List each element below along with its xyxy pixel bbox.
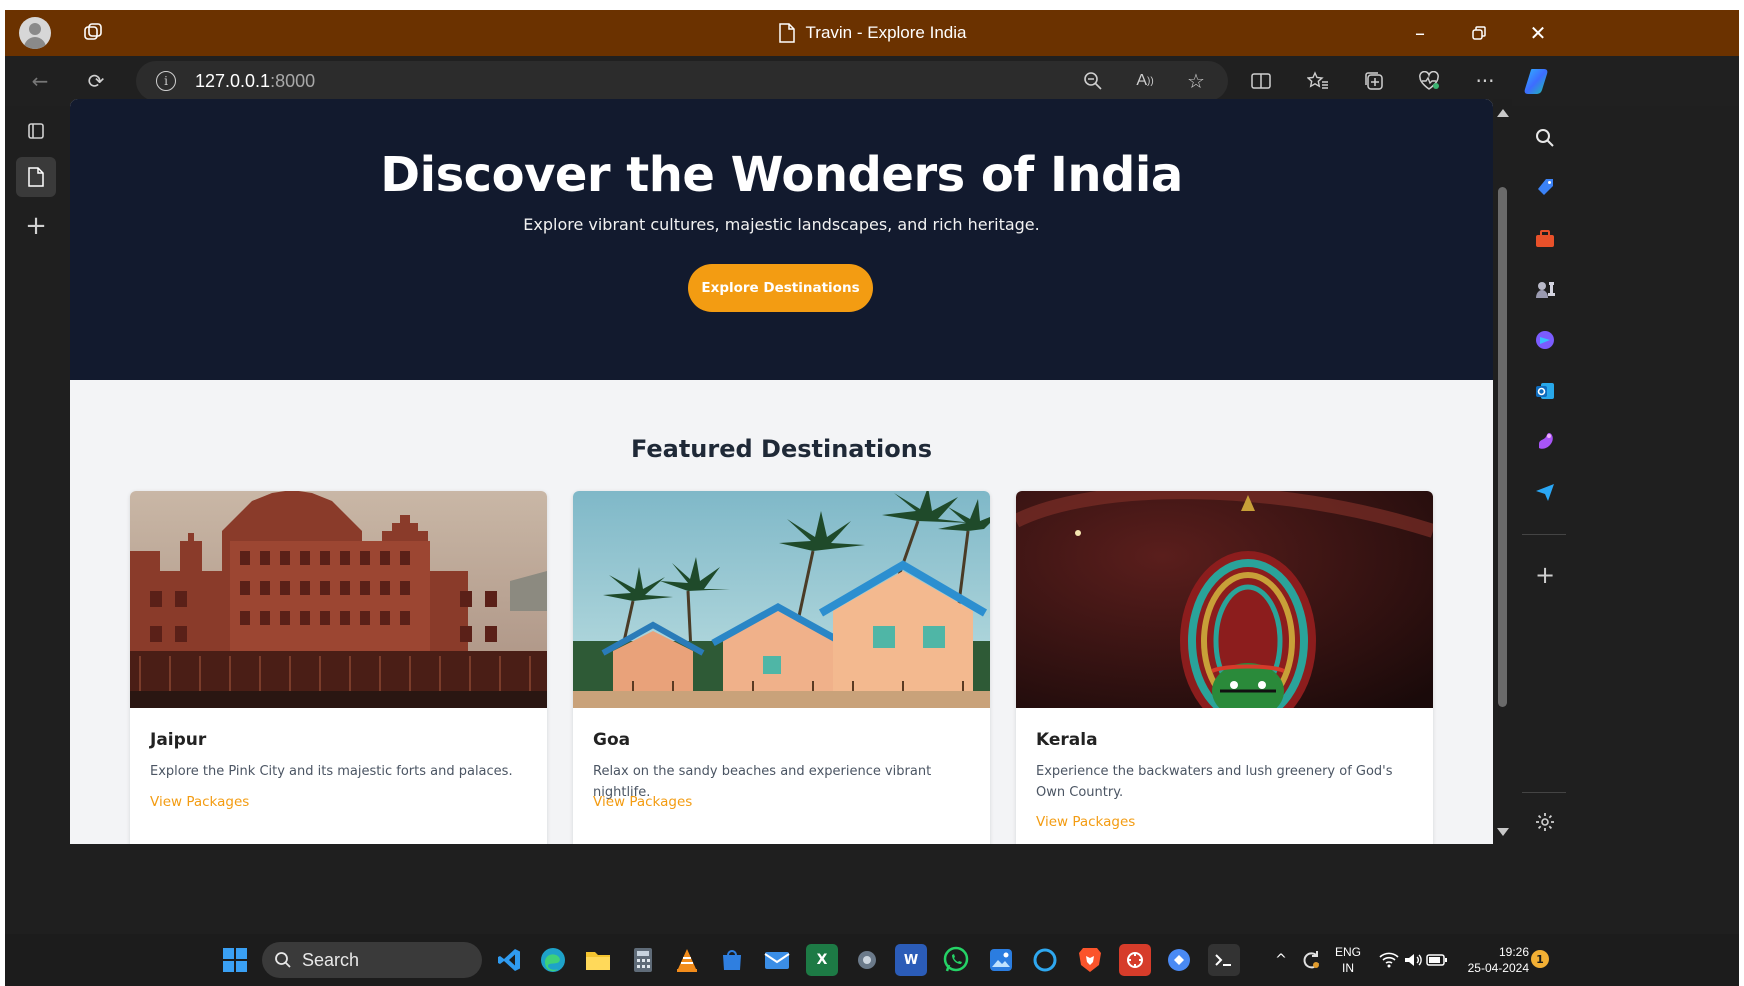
hero-subtitle: Explore vibrant cultures, majestic lands…	[523, 215, 1040, 234]
settings-gear-icon[interactable]	[1530, 807, 1560, 837]
clock-time: 19:26	[1498, 945, 1529, 959]
page-scrollbar[interactable]	[1493, 99, 1512, 844]
chrome-remote-icon[interactable]	[1163, 944, 1195, 976]
whatsapp-icon[interactable]	[940, 944, 972, 976]
minimize-button[interactable]: –	[1390, 10, 1450, 56]
copilot-icon[interactable]	[1521, 64, 1555, 98]
snip-tool-icon[interactable]	[1119, 944, 1151, 976]
scroll-down-arrow-icon[interactable]	[1497, 828, 1509, 836]
address-bar[interactable]: i 127.0.0.1:8000 A)) ☆	[136, 61, 1228, 101]
brave-icon[interactable]	[1074, 944, 1106, 976]
search-icon	[275, 952, 291, 968]
favorites-icon[interactable]	[1303, 66, 1333, 96]
destination-description: Explore the Pink City and its majestic f…	[150, 764, 513, 779]
battery-icon[interactable]	[1421, 944, 1453, 976]
url-host: 127.0.0.1	[195, 71, 271, 91]
designer-icon[interactable]	[1530, 426, 1560, 456]
destination-name: Jaipur	[150, 730, 207, 750]
taskbar-search-box[interactable]: Search	[262, 942, 482, 978]
show-hidden-icons-chevron-up-icon[interactable]: ^	[1265, 944, 1297, 976]
featured-section-title: Featured Destinations	[630, 435, 933, 463]
scrollbar-thumb[interactable]	[1498, 187, 1507, 707]
browser-essentials-icon[interactable]	[1414, 66, 1444, 96]
sidebar-divider-bottom	[1522, 792, 1566, 793]
screen: Travin - Explore India – ✕ ← ⟳ i 127.0.0…	[0, 0, 1744, 986]
terminal-icon[interactable]	[1208, 944, 1240, 976]
games-icon[interactable]	[1530, 274, 1560, 304]
windows-taskbar: Search X W ^ ENG IN 19:26 25-04-2024 1	[5, 934, 1739, 986]
clock[interactable]: 19:26 25-04-2024	[1455, 944, 1529, 976]
search-label: Search	[302, 949, 360, 970]
destination-description: Experience the backwaters and lush green…	[1036, 764, 1393, 800]
site-info-icon[interactable]: i	[156, 71, 176, 91]
photos-app-icon[interactable]	[985, 944, 1017, 976]
sidebar-divider	[1522, 534, 1566, 535]
scroll-up-arrow-icon[interactable]	[1497, 109, 1509, 117]
vscode-icon[interactable]	[493, 944, 525, 976]
collections-icon[interactable]	[1359, 66, 1389, 96]
close-button[interactable]: ✕	[1508, 10, 1568, 56]
tab-actions-icon[interactable]	[19, 114, 53, 148]
copilot-sidebar-icon[interactable]	[1530, 325, 1560, 355]
explore-destinations-button[interactable]: Explore Destinations	[688, 264, 873, 312]
calculator-icon[interactable]	[627, 944, 659, 976]
send-icon[interactable]	[1530, 477, 1560, 507]
shopping-tag-icon[interactable]	[1530, 173, 1560, 203]
destination-card-kerala[interactable]: Kerala Experience the backwaters and lus…	[1016, 491, 1433, 844]
hero-section: Discover the Wonders of India Explore vi…	[70, 99, 1493, 380]
goa-image	[573, 491, 990, 708]
notification-badge[interactable]: 1	[1531, 950, 1549, 968]
excel-icon[interactable]: X	[806, 944, 838, 976]
hero-title: Discover the Wonders of India	[380, 147, 1183, 203]
jaipur-image	[130, 491, 547, 708]
new-tab-icon[interactable]: +	[19, 209, 53, 243]
url-port: :8000	[270, 71, 316, 91]
read-aloud-icon[interactable]: A))	[1130, 66, 1160, 96]
browser-window: Travin - Explore India – ✕ ← ⟳ i 127.0.0…	[5, 10, 1739, 986]
file-explorer-icon[interactable]	[582, 944, 614, 976]
tab-title: Travin - Explore India	[805, 23, 967, 42]
right-sidebar: +	[1512, 106, 1739, 934]
destination-card-goa[interactable]: Goa Relax on the sandy beaches and exper…	[573, 491, 990, 844]
back-icon[interactable]: ←	[25, 66, 55, 96]
start-windows-icon[interactable]	[219, 944, 251, 976]
destination-name: Kerala	[1036, 730, 1098, 750]
destination-name: Goa	[593, 730, 631, 750]
vlc-icon[interactable]	[671, 944, 703, 976]
refresh-icon[interactable]: ⟳	[81, 66, 111, 96]
add-sidebar-app-icon[interactable]: +	[1530, 560, 1560, 590]
destination-card-jaipur[interactable]: Jaipur Explore the Pink City and its maj…	[130, 491, 547, 844]
outlook-icon[interactable]	[1530, 376, 1560, 406]
language-code: ENG	[1334, 945, 1361, 959]
region-code: IN	[1342, 961, 1354, 975]
page-viewport: Discover the Wonders of India Explore vi…	[70, 99, 1493, 844]
search-icon[interactable]	[1530, 123, 1560, 153]
mail-icon[interactable]	[761, 944, 793, 976]
kerala-image	[1016, 491, 1433, 708]
split-screen-icon[interactable]	[1246, 66, 1276, 96]
zoom-out-icon[interactable]	[1078, 66, 1108, 96]
sync-icon[interactable]	[1295, 944, 1327, 976]
url-text[interactable]: 127.0.0.1:8000	[195, 61, 315, 101]
edge-icon[interactable]	[537, 944, 569, 976]
favorite-star-icon[interactable]: ☆	[1181, 66, 1211, 96]
store-icon[interactable]	[716, 944, 748, 976]
view-packages-link[interactable]: View Packages	[593, 794, 692, 810]
clock-date: 25-04-2024	[1467, 961, 1529, 975]
restore-button[interactable]	[1449, 10, 1509, 56]
view-packages-link[interactable]: View Packages	[1036, 814, 1135, 830]
settings-app-icon[interactable]	[851, 944, 883, 976]
cortana-icon[interactable]	[1029, 944, 1061, 976]
page-icon	[778, 23, 795, 43]
title-bar: Travin - Explore India – ✕	[5, 10, 1739, 56]
word-icon[interactable]: W	[895, 944, 927, 976]
more-options-icon[interactable]: ···	[1470, 66, 1500, 96]
vertical-tabs-strip: +	[5, 106, 71, 934]
tab-active-page[interactable]	[16, 157, 56, 197]
language-indicator[interactable]: ENG IN	[1331, 944, 1365, 976]
tools-icon[interactable]	[1530, 224, 1560, 254]
view-packages-link[interactable]: View Packages	[150, 794, 249, 810]
